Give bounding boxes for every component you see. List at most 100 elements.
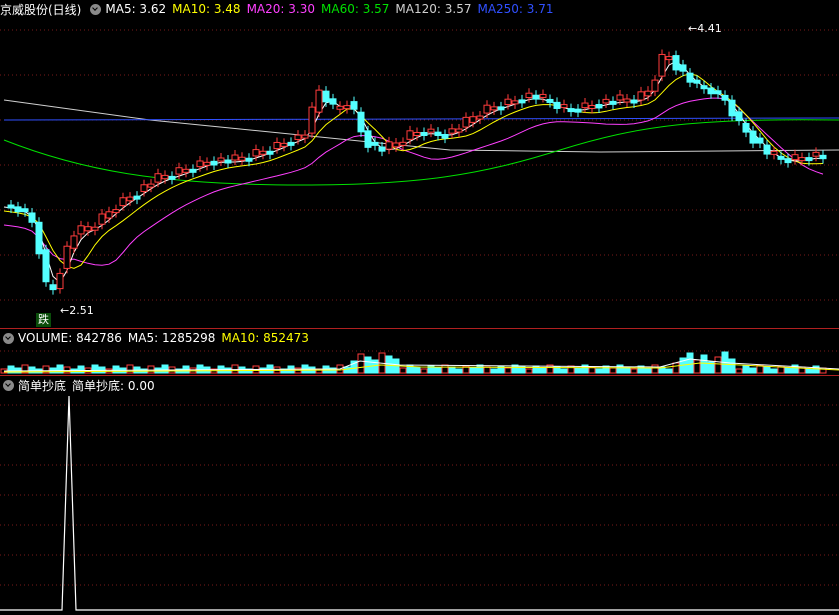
volume-bar <box>770 368 778 374</box>
candle-body <box>448 128 456 134</box>
candle-body <box>518 99 526 104</box>
candle-body <box>651 79 659 92</box>
volume-bar <box>812 365 820 374</box>
candle-body <box>497 106 505 111</box>
candle-body <box>399 141 407 146</box>
candle-body <box>147 183 155 188</box>
candle-body <box>385 141 393 150</box>
chevron-down-icon[interactable] <box>3 332 14 344</box>
volume-bar <box>399 367 407 374</box>
volume-bar <box>595 368 603 374</box>
candle-body <box>350 101 358 110</box>
candle-body <box>70 235 78 249</box>
volume-bar <box>476 364 484 374</box>
high-price-value: 4.41 <box>697 22 722 35</box>
candle-body <box>98 213 106 225</box>
volume-header: VOLUME: 842786 MA5: 1285298 MA10: 852473 <box>0 329 315 347</box>
candle-body <box>77 225 85 235</box>
candle-body <box>679 64 687 72</box>
candle-body <box>245 157 253 162</box>
candle-body <box>231 154 239 161</box>
volume-bar <box>126 364 134 374</box>
candle-body <box>819 154 827 160</box>
chevron-down-icon[interactable] <box>3 379 14 391</box>
price-header: 京威股份(日线) MA5: 3.62 MA10: 3.48 MA20: 3.30… <box>0 0 560 18</box>
candle-body <box>126 196 134 202</box>
volume-bar <box>651 364 659 374</box>
volume-bar <box>483 366 491 374</box>
candle-body <box>427 128 435 133</box>
candle-body <box>581 102 589 109</box>
volume-bar <box>490 368 498 374</box>
candle-body <box>357 111 365 133</box>
volume-bar <box>714 356 722 374</box>
candle-body <box>14 206 22 213</box>
candle-body <box>595 103 603 109</box>
candle-body <box>133 195 141 200</box>
candle-body <box>546 98 554 103</box>
candle-body <box>189 168 197 173</box>
volume-bar <box>413 366 421 374</box>
candle-body <box>112 209 120 214</box>
candle-body <box>469 116 477 123</box>
volume-bar <box>231 364 239 374</box>
volume-bar <box>644 367 652 374</box>
candle-body <box>721 94 729 101</box>
ma-label: MA20: 3.30 <box>246 2 315 16</box>
candle-body <box>434 131 442 136</box>
candle-body <box>791 154 799 161</box>
candle-body <box>602 98 610 104</box>
volume-bar <box>693 359 701 374</box>
candle-body <box>252 149 260 157</box>
volume-bar <box>469 367 477 374</box>
candle-body <box>532 94 540 100</box>
ma250-line <box>3 117 839 121</box>
candle-body <box>21 208 29 213</box>
candle-body <box>525 92 533 99</box>
candle-body <box>805 157 813 162</box>
candle-body <box>623 98 631 103</box>
candle-body <box>259 150 267 155</box>
candle-body <box>672 55 680 71</box>
candle-body <box>658 53 666 77</box>
candle-body <box>609 100 617 105</box>
volume-label: VOLUME: 842786 <box>18 331 122 345</box>
candle-body <box>574 108 582 113</box>
candle-body <box>490 106 498 111</box>
candlestick-chart[interactable] <box>0 0 839 328</box>
candle-body <box>693 79 701 84</box>
indicator-panel[interactable]: 简单抄底 简单抄底: 0.00 <box>0 376 839 615</box>
candle-body <box>700 85 708 90</box>
candle-body <box>56 272 64 290</box>
arrow-icon: ← <box>688 22 698 35</box>
indicator-header: 简单抄底 简单抄底: 0.00 <box>0 376 161 394</box>
candle-body <box>728 99 736 117</box>
volume-panel[interactable]: VOLUME: 842786 MA5: 1285298 MA10: 852473 <box>0 329 839 375</box>
candle-body <box>175 167 183 175</box>
candle-body <box>287 141 295 146</box>
volume-bar <box>196 364 204 374</box>
volume-bar <box>784 367 792 374</box>
candle-body <box>280 142 288 147</box>
volume-bar <box>742 365 750 374</box>
volume-bar <box>630 368 638 374</box>
candle-body <box>637 91 645 101</box>
candle-body <box>567 108 575 113</box>
volume-bar <box>539 367 547 374</box>
indicator-chart[interactable] <box>0 376 839 615</box>
volume-bar <box>112 365 120 374</box>
signal-tag: 跌 <box>36 313 51 327</box>
indicator-name: 简单抄底 <box>18 378 67 393</box>
volume-bar <box>434 367 442 374</box>
candle-body <box>707 87 715 95</box>
chevron-down-icon[interactable] <box>90 3 102 15</box>
candle-body <box>308 106 316 134</box>
candle-body <box>196 160 204 168</box>
ma60-line <box>3 119 839 186</box>
stock-title: 京威股份(日线) <box>0 2 82 17</box>
candle-body <box>392 142 400 148</box>
volume-ma10-label: MA10: 852473 <box>221 331 309 345</box>
signal-spike-line <box>0 395 839 611</box>
volume-bar <box>357 353 365 374</box>
price-panel[interactable]: 京威股份(日线) MA5: 3.62 MA10: 3.48 MA20: 3.30… <box>0 0 839 328</box>
